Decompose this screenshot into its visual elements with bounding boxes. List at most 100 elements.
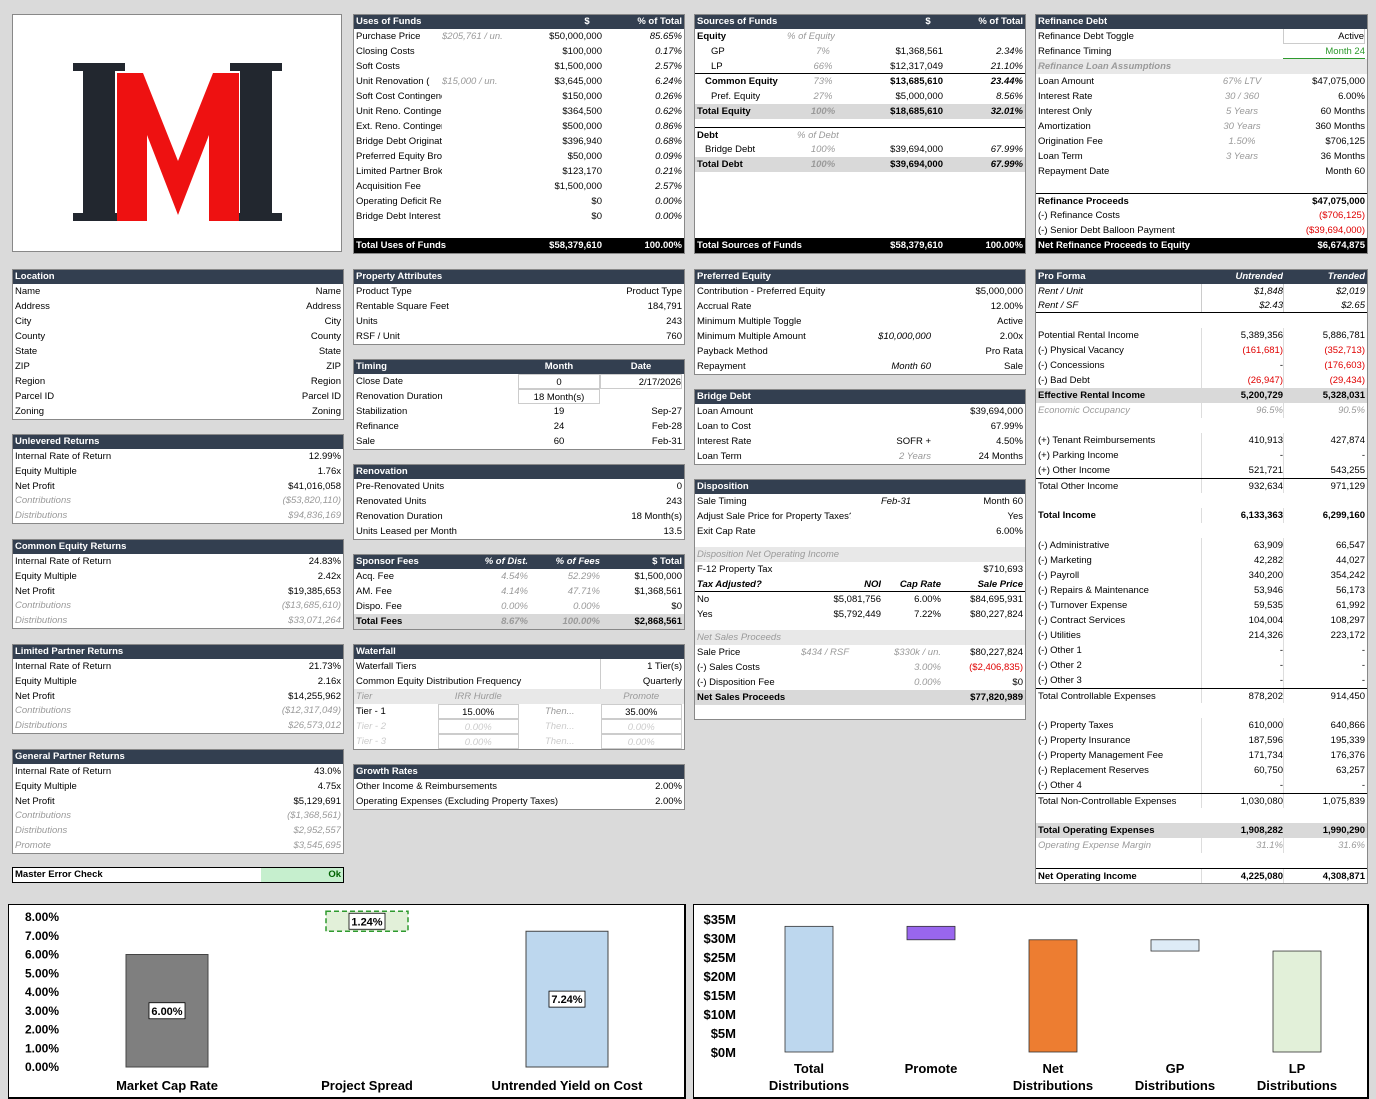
proforma-row: Effective Rental Income 5,200,729 5,328,03…: [1036, 388, 1367, 403]
location-row-cell-0: Address: [15, 301, 50, 312]
equity-row-cell-0: Pref. Equity: [711, 91, 761, 102]
refi-costs-row: (-) Refinance Costs ($706,125): [1036, 208, 1367, 223]
sale-price-row: Sale Price $434 / RSF $330k / un. $80,227,8…: [695, 645, 1025, 660]
dispo-fee-label: (-) Disposition Fee: [697, 677, 775, 688]
uses-row: Soft Costs $1,500,000 2.57%: [354, 59, 684, 74]
bridge-row-cell-2: 67.99%: [990, 421, 1023, 432]
disp-col-noi: NOI: [864, 579, 881, 590]
uses-row-cell-0: Operating Deficit Reserve: [356, 196, 442, 207]
waterfall-tier-row-cell-1[interactable]: 0.00%: [437, 719, 519, 734]
timing-row-cell-1[interactable]: 0: [518, 374, 600, 389]
proforma-row-cell-2: 427,874: [1283, 433, 1365, 448]
proforma-row-cell-1: 340,200: [1201, 568, 1283, 583]
proforma-row-cell-2: 195,339: [1283, 733, 1365, 748]
timing-row-cell-2[interactable]: 2/17/2026: [600, 374, 682, 389]
y-tick-label: 6.00%: [25, 948, 59, 962]
disposition-noi-row-cell-2: 7.22%: [914, 609, 941, 620]
gp-return-row-cell-1: 43.0%: [314, 766, 341, 777]
fee-row-cell-3: $1,500,000: [634, 571, 682, 582]
disp-col-row: Tax Adjusted? NOI Cap Rate Sale Price: [695, 577, 1025, 592]
waterfall-tier-row-cell-3[interactable]: 0.00%: [600, 734, 682, 749]
proforma-col-untrended: Untrended: [1235, 271, 1284, 282]
timing-title: Timing: [356, 361, 387, 372]
gp-return-grey-row-cell-0: Contributions: [15, 810, 71, 822]
refi-toggle-select[interactable]: Active: [1283, 29, 1365, 44]
location-row-cell-1[interactable]: ZIP: [221, 359, 341, 374]
proforma-row-cell-1: -: [1201, 358, 1283, 373]
lp-return-row-cell-0: Equity Multiple: [15, 675, 77, 687]
proforma-row-cell-2: 543,255: [1283, 463, 1365, 478]
location-row-cell-1[interactable]: County: [221, 329, 341, 344]
nsp-total-label: Net Sales Proceeds: [697, 692, 786, 703]
unlevered-return-grey-row: Distributions $94,836,169: [13, 508, 343, 523]
disposition-noi-row: Yes $5,792,449 7.22% $80,227,824: [695, 607, 1025, 622]
proforma-row-cell-0: Economic Occupancy: [1038, 405, 1130, 416]
bar: [906, 925, 956, 941]
timing-row-cell-0: Sale: [356, 436, 376, 447]
proforma-row: (+) Tenant Reimbursements 410,913 427,874: [1036, 433, 1367, 448]
equity-row-cell-1: 73%: [813, 76, 833, 87]
location-row-cell-1[interactable]: Name: [221, 284, 341, 299]
proforma-row-cell-1: 1,908,282: [1240, 825, 1283, 836]
fees-header: Sponsor Fees % of Dist. % of Fees $ Total: [354, 555, 684, 569]
proforma-row-cell-0: (-) Administrative: [1038, 540, 1110, 551]
location-row-cell-1[interactable]: Region: [221, 374, 341, 389]
timing-row-cell-1[interactable]: 18 Month(s): [518, 389, 600, 404]
refi-row: Repayment Date Month 60: [1036, 164, 1367, 179]
location-row-cell-1[interactable]: City: [221, 314, 341, 329]
location-row-cell-1[interactable]: Zoning: [221, 404, 341, 419]
proforma-row-cell-0: (-) Other 1: [1038, 645, 1082, 656]
location-row-cell-1[interactable]: State: [221, 344, 341, 359]
waterfall-freq-select[interactable]: Quarterly: [600, 674, 682, 689]
renovation-row-cell-1: 243: [666, 496, 682, 507]
proforma-row-cell-0: Total Other Income: [1038, 481, 1119, 492]
y-tick-label: 3.00%: [25, 1004, 59, 1018]
total-debt-cell-3: 67.99%: [990, 159, 1023, 170]
location-row-cell-0: City: [15, 316, 32, 327]
renovation-row: Renovation Duration 18 Month(s): [354, 509, 684, 524]
uses-row-cell-2: $1,500,000: [554, 181, 602, 192]
timing-row-cell-0: Renovation Duration: [356, 391, 443, 402]
bridge-row-cell-0: Loan Term: [697, 451, 742, 462]
waterfall-tier-row-cell-1[interactable]: 15.00%: [437, 704, 519, 719]
waterfall-tier-row-cell-3[interactable]: 0.00%: [600, 719, 682, 734]
disp-col-tax: Tax Adjusted?: [697, 579, 762, 590]
uses-row-cell-0: Ext. Reno. Contingency: [356, 121, 442, 132]
bridge-row-cell-0: Loan Amount: [697, 406, 753, 417]
common-returns-header: Common Equity Returns: [13, 540, 343, 554]
bridge-row-cell-1: [841, 419, 931, 434]
uses-row-cell-0: Unit Renovation (: [356, 76, 430, 87]
uses-row-cell-1: $15,000 / un.: [442, 76, 498, 87]
waterfall-tier-row-cell-3[interactable]: 35.00%: [600, 704, 682, 719]
lp-returns-title: Limited Partner Returns: [15, 646, 124, 657]
fee-row-cell-1: 4.14%: [501, 586, 528, 597]
location-row-cell-0: ZIP: [15, 361, 30, 372]
location-row-cell-1[interactable]: Parcel ID: [221, 389, 341, 404]
equity-row-cell-3: 21.10%: [990, 61, 1023, 72]
location-row-cell-1[interactable]: Address: [221, 299, 341, 314]
renovation-header: Renovation: [354, 465, 684, 479]
waterfall-tiers-select[interactable]: 1 Tier(s): [600, 659, 682, 674]
waterfall-header: Waterfall: [354, 645, 684, 659]
proforma-row-cell-1: -: [1201, 658, 1283, 673]
disp-noi-label: Disposition Net Operating Income: [695, 547, 1025, 562]
refi-row-cell-1: 1.50%: [1228, 136, 1256, 147]
proforma-row-cell-1: 521,721: [1201, 463, 1283, 478]
waterfall-tier-row: Tier - 2 0.00% Then... 0.00%: [354, 719, 684, 734]
disposition-noi-row-cell-0: Yes: [697, 609, 713, 620]
sales-costs-pct: 3.00%: [914, 662, 941, 673]
pref-row-cell-1: [841, 344, 931, 359]
uses-row-cell-2: $0: [591, 211, 602, 222]
timing-panel: Timing Month Date Close Date 0 2/17/2026 Reno…: [353, 359, 685, 450]
proforma-row-cell-2: 176,376: [1283, 748, 1365, 763]
disposition-row-cell-0: Exit Cap Rate: [697, 526, 756, 537]
gp-return-row-cell-1: 4.75x: [317, 780, 341, 792]
bar: [784, 925, 834, 1053]
renovation-row: Renovated Units 243: [354, 494, 684, 509]
waterfall-col-row: Tier IRR Hurdle Promote: [354, 689, 684, 704]
waterfall-tier-row-cell-1[interactable]: 0.00%: [437, 734, 519, 749]
refi-timing-input[interactable]: Month 24: [1283, 44, 1365, 59]
error-check-status: Ok: [261, 868, 343, 882]
pref-row-cell-0: Minimum Multiple Amount: [697, 331, 806, 342]
lp-return-row-cell-0: Net Profit: [15, 690, 55, 702]
